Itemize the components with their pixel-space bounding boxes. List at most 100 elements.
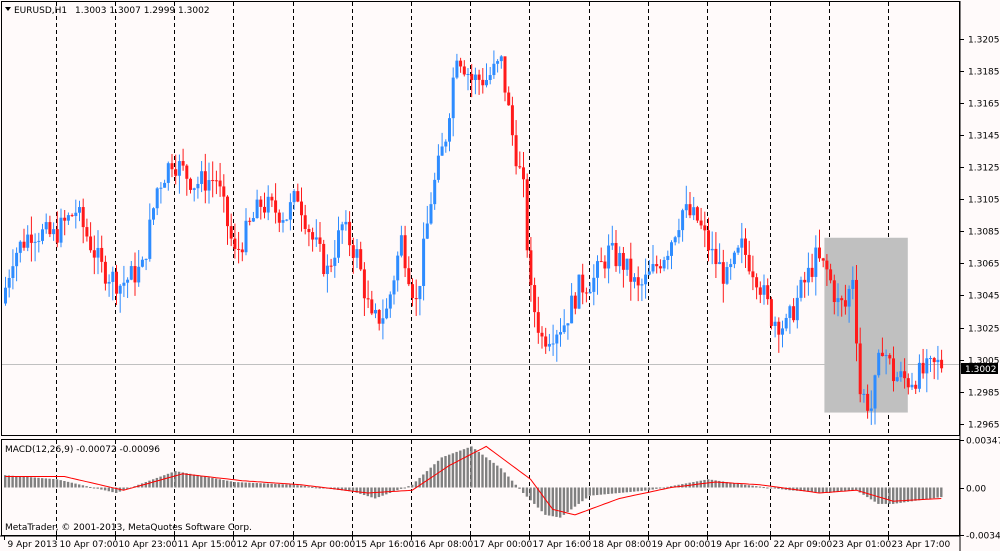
macd-bar xyxy=(810,487,813,492)
time-tick-label: 10 Apr 07:00 xyxy=(60,540,119,550)
price-tick-label: 1.2985 xyxy=(968,389,1000,399)
macd-label: MACD(12,26,9) -0.00072 -0.00096 xyxy=(5,445,160,455)
macd-bar xyxy=(633,487,636,492)
macd-bar xyxy=(11,475,14,488)
highlight-zone[interactable] xyxy=(824,237,908,413)
macd-bar xyxy=(588,487,591,496)
macd-bar xyxy=(873,487,876,502)
macd-bar xyxy=(485,457,488,488)
macd-bar xyxy=(921,487,924,500)
time-tick-label: 22 Apr 09:00 xyxy=(774,540,833,550)
macd-bar xyxy=(74,483,77,488)
macd-bar xyxy=(4,475,7,488)
macd-bar xyxy=(303,486,307,488)
macd-bar xyxy=(222,479,225,488)
macd-bar xyxy=(96,487,99,489)
macd-bar xyxy=(448,454,451,488)
macd-bar xyxy=(596,487,599,496)
macd-bar xyxy=(385,487,388,495)
macd-bar xyxy=(581,487,584,502)
macd-bar xyxy=(152,479,155,488)
macd-bar xyxy=(492,462,495,488)
candle xyxy=(799,276,803,302)
macd-bar xyxy=(518,487,521,489)
time-tick-label: 12 Apr 07:00 xyxy=(237,540,296,550)
macd-bar xyxy=(63,480,66,488)
macd-bar xyxy=(866,487,869,498)
macd-bar xyxy=(880,487,884,504)
macd-bar xyxy=(85,486,88,488)
macd-bar xyxy=(244,482,247,488)
macd-bar xyxy=(577,487,580,504)
macd-bar xyxy=(181,472,184,488)
macd-bar xyxy=(33,477,36,488)
macd-bar xyxy=(710,479,714,488)
macd-bar xyxy=(311,486,314,488)
macd-bar xyxy=(444,456,447,488)
macd-bar xyxy=(884,487,887,504)
macd-bar xyxy=(240,482,244,488)
macd-bar xyxy=(70,482,73,488)
copyright-text: MetaTrader, © 2001-2013, MetaQuotes Soft… xyxy=(5,523,252,533)
macd-bar xyxy=(185,473,188,488)
macd-bar xyxy=(211,477,214,488)
price-tick-label: 1.3185 xyxy=(968,68,1000,78)
macd-bar xyxy=(766,487,769,489)
price-tick-label: 1.3085 xyxy=(968,228,1000,238)
metatrader-chart-window: 1.3205 1.3185 1.3165 1.3145 1.3125 1.3105 1.30… xyxy=(0,0,1000,551)
macd-bar xyxy=(100,487,103,490)
macd-bar xyxy=(163,475,166,488)
macd-bar xyxy=(29,477,33,488)
macd-bar xyxy=(736,483,739,488)
macd-bar xyxy=(929,487,932,499)
macd-bar xyxy=(618,487,621,493)
highlight-zone-rect xyxy=(824,237,908,413)
candle xyxy=(695,205,699,223)
macd-bar xyxy=(732,483,736,488)
macd-bar xyxy=(755,486,758,488)
macd-bar xyxy=(396,487,399,491)
macd-bar xyxy=(610,487,614,494)
candle xyxy=(769,296,773,330)
macd-bar xyxy=(773,487,776,489)
macd-bar xyxy=(510,480,514,488)
macd-bar xyxy=(148,480,151,488)
macd-bar xyxy=(592,487,595,496)
macd-bar xyxy=(762,487,765,489)
macd-bar xyxy=(936,487,939,498)
candle xyxy=(525,173,529,258)
macd-bar xyxy=(525,487,529,497)
price-tick-label: 1.2965 xyxy=(968,421,1000,431)
macd-bar xyxy=(189,473,192,488)
macd-bar xyxy=(477,451,480,488)
macd-bar xyxy=(248,482,251,488)
macd-bar xyxy=(359,487,362,494)
candle xyxy=(877,349,881,378)
chart-canvas[interactable]: 1.3205 1.3185 1.3165 1.3145 1.3125 1.3105 1.30… xyxy=(0,0,1000,551)
macd-tick-label: 0.00 xyxy=(966,485,986,495)
macd-bar xyxy=(917,487,921,501)
price-tick-label: 1.3045 xyxy=(968,292,1000,302)
macd-bar xyxy=(103,487,107,491)
macd-bar xyxy=(814,487,817,493)
price-tick-label: 1.3205 xyxy=(968,36,1000,46)
macd-bar xyxy=(573,487,577,507)
macd-bar xyxy=(255,483,258,488)
macd-bar xyxy=(78,484,81,488)
macd-bar xyxy=(559,487,562,518)
macd-bar xyxy=(314,487,318,489)
macd-bar xyxy=(18,476,22,488)
macd-bar xyxy=(174,471,177,488)
macd-bar xyxy=(640,487,643,491)
time-tick-label: 16 Apr 08:00 xyxy=(415,540,474,550)
macd-bar xyxy=(744,484,747,488)
macd-bar xyxy=(540,487,543,512)
macd-bar xyxy=(473,449,477,488)
macd-bar xyxy=(207,477,210,488)
macd-bar xyxy=(533,487,536,504)
price-tick-label: 1.3125 xyxy=(968,164,1000,174)
macd-bar xyxy=(281,484,284,488)
macd-bar xyxy=(285,484,288,488)
macd-bar xyxy=(503,472,506,488)
macd-bar xyxy=(566,487,569,513)
